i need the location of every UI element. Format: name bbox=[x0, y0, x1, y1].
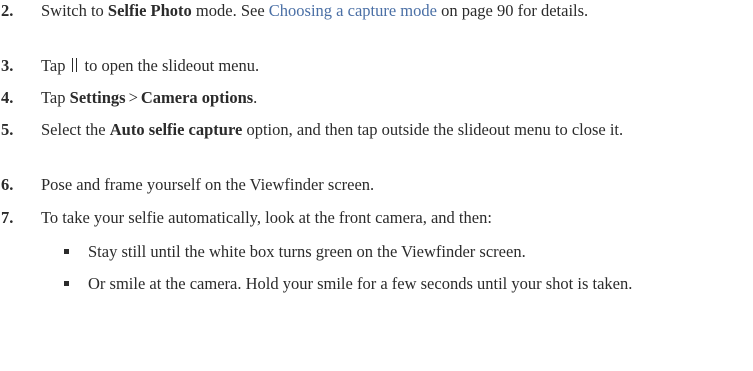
settings-label: Settings bbox=[69, 88, 126, 107]
step-text: Pose and frame yourself on the Viewfinde… bbox=[41, 175, 375, 194]
slideout-menu-icon bbox=[69, 58, 81, 72]
step-text: Tap to open the slideout menu. bbox=[41, 56, 260, 75]
step-text: Select the Auto selfie capture option, a… bbox=[41, 120, 624, 139]
choosing-capture-mode-link[interactable]: Choosing a capture mode bbox=[269, 1, 437, 20]
menu-separator: > bbox=[128, 88, 138, 107]
step-number: 3. bbox=[1, 56, 14, 75]
step-text: To take your selfie automatically, look … bbox=[41, 208, 492, 227]
step-number: 2. bbox=[1, 1, 14, 20]
step-number: 4. bbox=[1, 88, 14, 107]
step-number: 6. bbox=[1, 175, 14, 194]
step-number: 7. bbox=[1, 208, 14, 227]
step-text: Tap Settings > Camera options. bbox=[41, 88, 258, 107]
bullet-icon bbox=[64, 249, 69, 254]
bullet-icon bbox=[64, 281, 69, 286]
auto-selfie-capture-label: Auto selfie capture bbox=[109, 120, 243, 139]
step-text: Switch to Selfie Photo mode. See Choosin… bbox=[41, 1, 589, 20]
camera-options-label: Camera options bbox=[140, 88, 254, 107]
selfie-photo-mode-label: Selfie Photo bbox=[107, 1, 192, 20]
